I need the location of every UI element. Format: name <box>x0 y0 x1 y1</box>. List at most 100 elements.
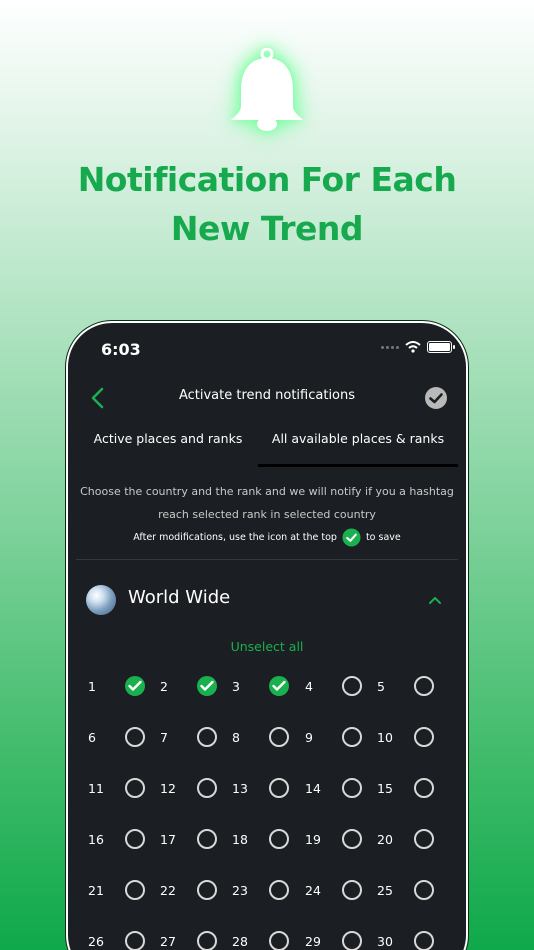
description: Choose the country and the rank and we w… <box>76 480 458 526</box>
rank-label: 24 <box>305 883 321 898</box>
tab-active-places[interactable]: Active places and ranks <box>76 427 260 467</box>
empty-circle-icon[interactable] <box>414 829 434 849</box>
empty-circle-icon[interactable] <box>414 676 434 696</box>
divider <box>76 559 458 560</box>
empty-circle-icon[interactable] <box>197 931 217 950</box>
empty-circle-icon[interactable] <box>125 727 145 747</box>
empty-circle-icon[interactable] <box>125 931 145 950</box>
rank-option[interactable]: 3 <box>232 676 296 698</box>
headline-line-2: New Trend <box>170 209 364 248</box>
rank-label: 18 <box>232 832 248 847</box>
checked-circle-icon[interactable] <box>125 676 145 696</box>
empty-circle-icon[interactable] <box>342 829 362 849</box>
tab-bar: Active places and ranks All available pl… <box>68 427 466 467</box>
rank-option[interactable]: 18 <box>232 829 296 851</box>
chevron-up-icon[interactable] <box>428 593 442 607</box>
rank-label: 2 <box>160 679 168 694</box>
hint-text-before: After modifications, use the icon at the… <box>133 532 337 543</box>
rank-option[interactable]: 13 <box>232 778 296 800</box>
empty-circle-icon[interactable] <box>342 778 362 798</box>
rank-option[interactable]: 27 <box>160 931 224 950</box>
empty-circle-icon[interactable] <box>125 880 145 900</box>
rank-label: 20 <box>377 832 393 847</box>
rank-option[interactable]: 29 <box>305 931 369 950</box>
rank-option[interactable]: 12 <box>160 778 224 800</box>
rank-option[interactable]: 2 <box>160 676 224 698</box>
rank-label: 15 <box>377 781 393 796</box>
empty-circle-icon[interactable] <box>414 880 434 900</box>
rank-label: 1 <box>88 679 96 694</box>
wifi-icon <box>405 341 421 353</box>
checked-circle-icon[interactable] <box>197 676 217 696</box>
rank-option[interactable]: 28 <box>232 931 296 950</box>
rank-label: 8 <box>232 730 240 745</box>
unselect-all-button[interactable]: Unselect all <box>68 639 466 654</box>
save-check-icon[interactable] <box>424 386 448 410</box>
empty-circle-icon[interactable] <box>342 931 362 950</box>
phone-frame: 6:03 Activate trend notifications Active… <box>66 321 468 950</box>
rank-option[interactable]: 23 <box>232 880 296 902</box>
signal-dots-icon <box>381 345 399 349</box>
rank-option[interactable]: 10 <box>377 727 441 749</box>
rank-option[interactable]: 17 <box>160 829 224 851</box>
empty-circle-icon[interactable] <box>414 931 434 950</box>
rank-option[interactable]: 6 <box>88 727 152 749</box>
rank-label: 22 <box>160 883 176 898</box>
rank-label: 23 <box>232 883 248 898</box>
empty-circle-icon[interactable] <box>342 676 362 696</box>
empty-circle-icon[interactable] <box>269 880 289 900</box>
empty-circle-icon[interactable] <box>197 727 217 747</box>
rank-label: 9 <box>305 730 313 745</box>
rank-option[interactable]: 19 <box>305 829 369 851</box>
empty-circle-icon[interactable] <box>414 727 434 747</box>
description-line-2: reach selected rank in selected country <box>158 508 376 521</box>
checked-circle-icon[interactable] <box>269 676 289 696</box>
empty-circle-icon[interactable] <box>269 829 289 849</box>
status-icons <box>381 341 455 353</box>
rank-option[interactable]: 24 <box>305 880 369 902</box>
rank-label: 13 <box>232 781 248 796</box>
rank-option[interactable]: 25 <box>377 880 441 902</box>
rank-option[interactable]: 15 <box>377 778 441 800</box>
rank-option[interactable]: 22 <box>160 880 224 902</box>
empty-circle-icon[interactable] <box>342 727 362 747</box>
empty-circle-icon[interactable] <box>197 829 217 849</box>
empty-circle-icon[interactable] <box>342 880 362 900</box>
rank-label: 5 <box>377 679 385 694</box>
rank-option[interactable]: 4 <box>305 676 369 698</box>
rank-option[interactable]: 9 <box>305 727 369 749</box>
rank-label: 14 <box>305 781 321 796</box>
rank-option[interactable]: 11 <box>88 778 152 800</box>
rank-label: 19 <box>305 832 321 847</box>
rank-option[interactable]: 30 <box>377 931 441 950</box>
rank-option[interactable]: 1 <box>88 676 152 698</box>
region-header[interactable]: World Wide <box>68 585 466 615</box>
hint-text-after: to save <box>365 532 401 543</box>
nav-bar: Activate trend notifications <box>68 383 466 413</box>
rank-label: 25 <box>377 883 393 898</box>
rank-label: 7 <box>160 730 168 745</box>
tab-all-places[interactable]: All available places & ranks <box>258 427 458 467</box>
empty-circle-icon[interactable] <box>197 880 217 900</box>
rank-option[interactable]: 21 <box>88 880 152 902</box>
nav-title: Activate trend notifications <box>178 388 356 403</box>
empty-circle-icon[interactable] <box>125 778 145 798</box>
rank-option[interactable]: 20 <box>377 829 441 851</box>
empty-circle-icon[interactable] <box>414 778 434 798</box>
rank-label: 26 <box>88 934 104 949</box>
rank-label: 27 <box>160 934 176 949</box>
empty-circle-icon[interactable] <box>125 829 145 849</box>
rank-option[interactable]: 14 <box>305 778 369 800</box>
rank-option[interactable]: 5 <box>377 676 441 698</box>
rank-option[interactable]: 8 <box>232 727 296 749</box>
empty-circle-icon[interactable] <box>269 778 289 798</box>
headline: Notification For Each New Trend <box>0 155 534 253</box>
rank-option[interactable]: 26 <box>88 931 152 950</box>
empty-circle-icon[interactable] <box>197 778 217 798</box>
rank-label: 11 <box>88 781 104 796</box>
empty-circle-icon[interactable] <box>269 727 289 747</box>
rank-option[interactable]: 7 <box>160 727 224 749</box>
empty-circle-icon[interactable] <box>269 931 289 950</box>
rank-option[interactable]: 16 <box>88 829 152 851</box>
rank-label: 10 <box>377 730 393 745</box>
